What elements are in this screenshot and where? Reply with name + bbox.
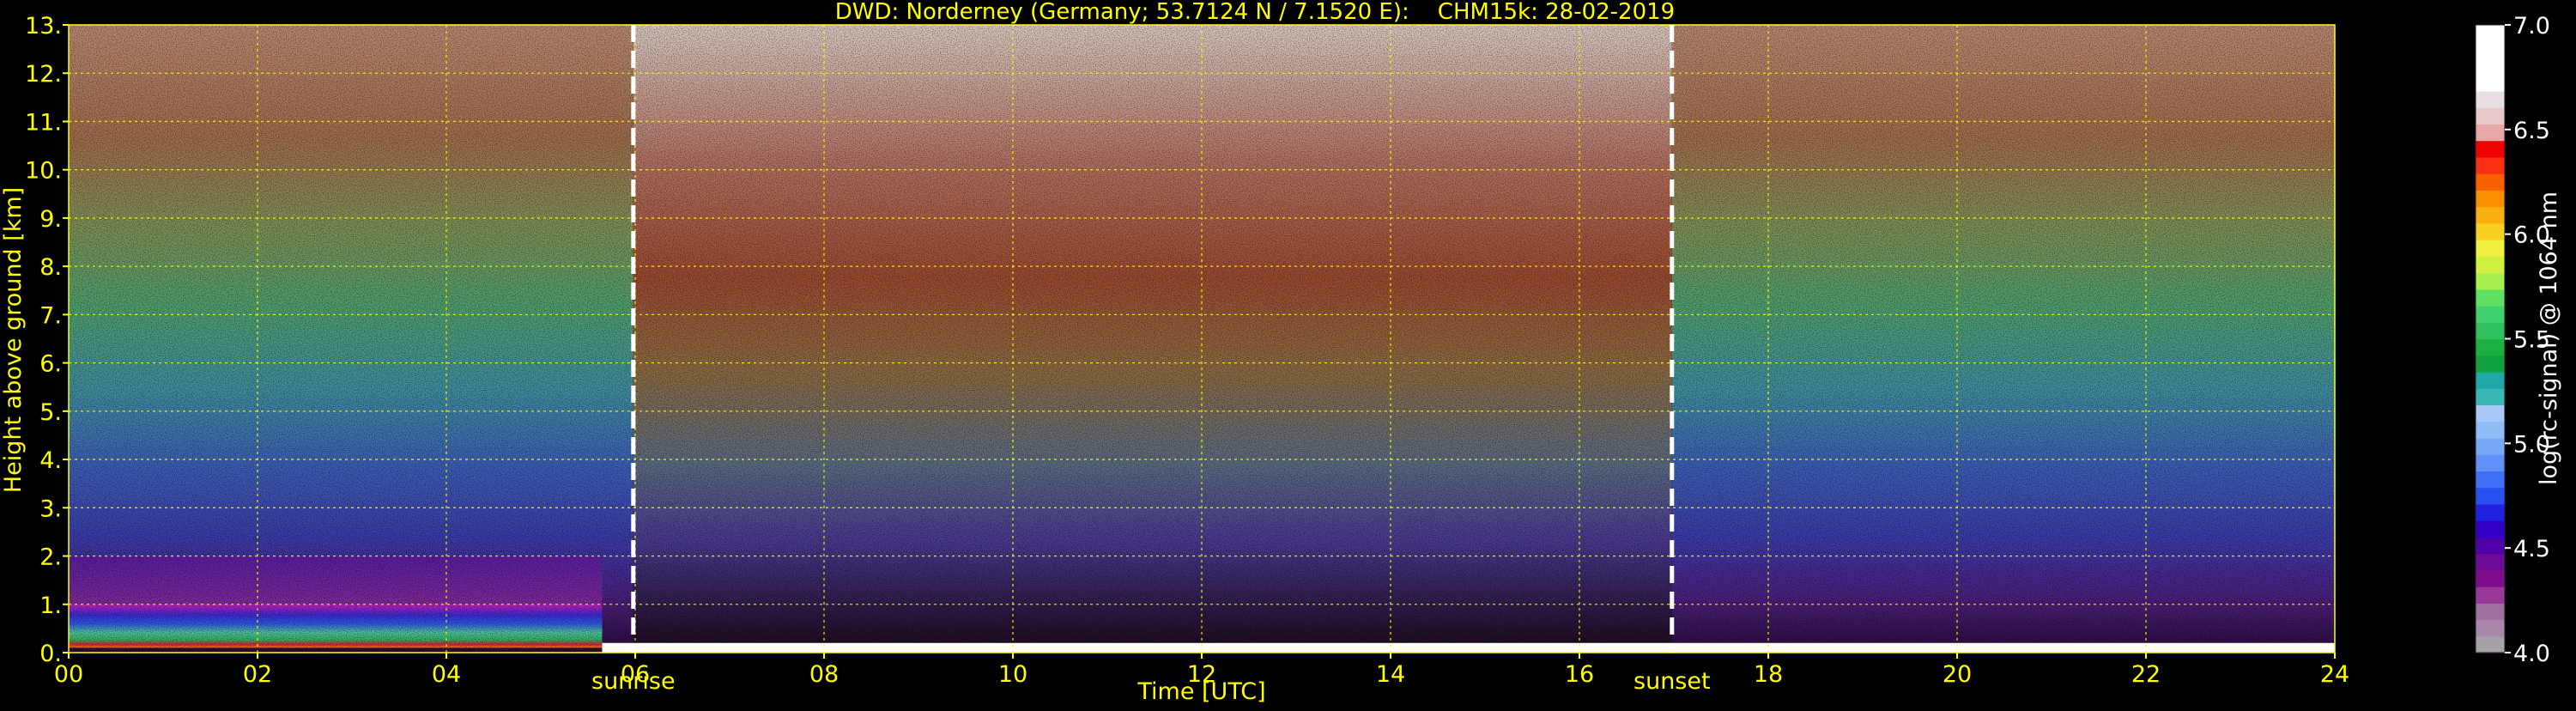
- colorbar-tick-label: 4.0: [2513, 641, 2550, 667]
- colorbar-segment: [2476, 537, 2505, 555]
- colorbar-segment: [2476, 619, 2505, 637]
- colorbar-segment: [2476, 322, 2505, 340]
- x-tick-label: 02: [243, 661, 272, 688]
- chart-title: DWD: Norderney (Germany; 53.7124 N / 7.1…: [835, 0, 1675, 25]
- x-tick-label: 10: [998, 661, 1027, 688]
- y-tick-label: 7.: [39, 302, 62, 329]
- x-tick-label: 20: [1943, 661, 1972, 688]
- colorbar-segment: [2476, 124, 2505, 142]
- colorbar-segment: [2476, 272, 2505, 290]
- colorbar-segment: [2476, 173, 2505, 191]
- colorbar-segment: [2476, 256, 2505, 274]
- y-tick-label: 11.: [25, 109, 62, 136]
- y-tick-label: 2.: [39, 544, 62, 571]
- colorbar-segment: [2476, 487, 2505, 505]
- x-tick-label: 04: [432, 661, 461, 688]
- colorbar-segment: [2476, 289, 2505, 307]
- x-axis-label: Time [UTC]: [1136, 678, 1265, 705]
- colorbar-segment: [2476, 404, 2505, 422]
- y-tick-label: 10.: [25, 158, 62, 185]
- colorbar-segment: [2476, 503, 2505, 521]
- colorbar-segment: [2476, 41, 2505, 59]
- y-tick-label: 8.: [39, 254, 62, 281]
- surface-band: [602, 642, 2335, 653]
- x-tick-label: 22: [2131, 661, 2161, 688]
- colorbar-tick-label: 7.0: [2513, 13, 2550, 40]
- y-axis-ticks: 0. 1. 2. 3. 4. 5. 6. 7. 8. 9. 10. 11. 12. 13.: [25, 13, 69, 667]
- y-tick-label: 0.: [39, 641, 62, 667]
- y-tick-label: 3.: [39, 495, 62, 522]
- colorbar-segment: [2476, 240, 2505, 257]
- colorbar-segment: [2476, 437, 2505, 455]
- colorbar-segment: [2476, 586, 2505, 604]
- colorbar-label: log(rc-signal) @ 1064 nm: [2536, 191, 2562, 485]
- colorbar-segment: [2476, 371, 2505, 389]
- ceilometer-plot: sunrise sunset 00 02 04 06 08 10 12 14 16 18 20 22 24…: [0, 0, 2576, 708]
- colorbar-segment: [2476, 206, 2505, 224]
- colorbar-segment: [2476, 156, 2505, 174]
- colorbar-segment: [2476, 355, 2505, 373]
- y-tick-label: 6.: [39, 351, 62, 378]
- y-tick-label: 5.: [39, 399, 62, 426]
- y-axis-label: Height above ground [km]: [0, 187, 27, 493]
- y-tick-label: 4.: [39, 447, 62, 474]
- y-tick-label: 12.: [25, 61, 62, 88]
- colorbar-segment: [2476, 338, 2505, 356]
- colorbar-tick-label: 6.5: [2513, 118, 2550, 144]
- colorbar-segment: [2476, 388, 2505, 406]
- x-tick-label: 06: [621, 661, 650, 688]
- x-tick-label: 16: [1565, 661, 1594, 688]
- colorbar-segment: [2476, 603, 2505, 621]
- colorbar-segment: [2476, 190, 2505, 208]
- x-tick-label: 08: [809, 661, 839, 688]
- colorbar-segment: [2476, 421, 2505, 439]
- colorbar-segment: [2476, 58, 2505, 76]
- colorbar-segment: [2476, 635, 2505, 653]
- y-tick-label: 1.: [39, 592, 62, 619]
- y-tick-label: 9.: [39, 206, 62, 233]
- colorbar-segment: [2476, 520, 2505, 538]
- colorbar-segment: [2476, 25, 2505, 42]
- sunset-label: sunset: [1633, 668, 1711, 695]
- x-tick-label: 24: [2320, 661, 2349, 688]
- x-tick-label: 14: [1376, 661, 1405, 688]
- colorbar-segment: [2476, 569, 2505, 587]
- colorbar-segment: [2476, 74, 2505, 92]
- colorbar-segment: [2476, 107, 2505, 125]
- colorbar-segment: [2476, 222, 2505, 240]
- colorbar-segment: [2476, 140, 2505, 158]
- colorbar-tick-label: 4.5: [2513, 536, 2550, 562]
- colorbar-segment: [2476, 553, 2505, 571]
- x-tick-label: 18: [1754, 661, 1783, 688]
- colorbar-segment: [2476, 454, 2505, 471]
- colorbar-segment: [2476, 471, 2505, 489]
- y-tick-label: 13.: [25, 13, 62, 40]
- colorbar-segment: [2476, 306, 2505, 323]
- colorbar-segment: [2476, 90, 2505, 108]
- plot-svg: sunrise sunset 00 02 04 06 08 10 12 14 16 18 20 22 24…: [0, 0, 2562, 705]
